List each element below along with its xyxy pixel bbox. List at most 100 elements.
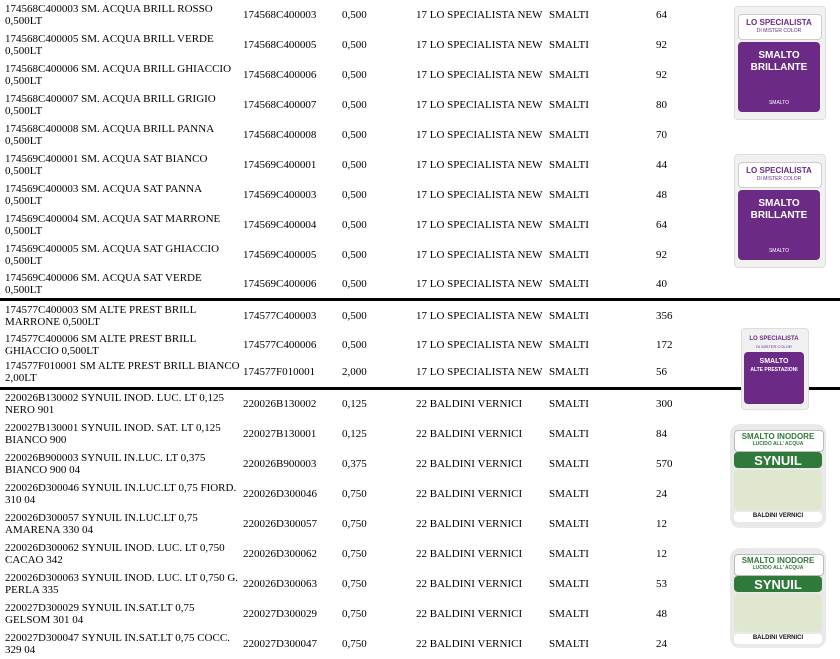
value-cell: 53: [656, 578, 667, 590]
value-cell: 356: [656, 310, 673, 322]
product-line1: SMALTO: [759, 358, 789, 365]
product-foot: SMALTO: [768, 248, 790, 254]
category-cell: SMALTI: [549, 189, 589, 201]
table-row: 174569C400006 SM. ACQUA SAT VERDE 0,500L…: [0, 269, 730, 299]
supplier-cell: 17 LO SPECIALISTA NEW: [416, 219, 543, 231]
description-cell: 174569C400001 SM. ACQUA SAT BIANCO 0,500…: [5, 153, 208, 177]
quantity-cell: 0,500: [342, 339, 367, 351]
quantity-cell: 0,500: [342, 99, 367, 111]
value-cell: 92: [656, 249, 667, 261]
value-cell: 12: [656, 548, 667, 560]
product-line1: SMALTO: [758, 50, 800, 61]
quantity-cell: 0,750: [342, 608, 367, 620]
supplier-cell: 17 LO SPECIALISTA NEW: [416, 310, 543, 322]
supplier-cell: 22 BALDINI VERNICI: [416, 488, 523, 500]
synuil-can-image: SMALTO INODORE LUCIDO ALL' ACQUA SYNUIL …: [730, 424, 826, 528]
value-cell: 300: [656, 398, 673, 410]
description-cell: 220026B900003 SYNUIL IN.LUC. LT 0,375 BI…: [5, 452, 206, 476]
supplier-cell: 17 LO SPECIALISTA NEW: [416, 9, 543, 21]
supplier-cell: 17 LO SPECIALISTA NEW: [416, 39, 543, 51]
category-cell: SMALTI: [549, 578, 589, 590]
table-row: 174569C400004 SM. ACQUA SAT MARRONE 0,50…: [0, 210, 730, 240]
table-row: 174568C400003 SM. ACQUA BRILL ROSSO 0,50…: [0, 0, 730, 30]
table-row: 174577C400006 SM ALTE PREST BRILL GHIACC…: [0, 330, 730, 360]
table-row: 174577C400003 SM ALTE PREST BRILL MARRON…: [0, 301, 730, 331]
category-cell: SMALTI: [549, 278, 589, 290]
description-cell: 220026B130002 SYNUIL INOD. LUC. LT 0,125…: [5, 392, 224, 416]
product-line1: SMALTO: [758, 198, 800, 209]
table-row: 174569C400003 SM. ACQUA SAT PANNA 0,500L…: [0, 180, 730, 210]
value-cell: 24: [656, 638, 667, 650]
quantity-cell: 0,500: [342, 219, 367, 231]
product-foot: SMALTO: [768, 100, 790, 106]
category-cell: SMALTI: [549, 310, 589, 322]
category-cell: SMALTI: [549, 129, 589, 141]
table-row: 220027B130001 SYNUIL INOD. SAT. LT 0,125…: [0, 419, 730, 449]
code-cell: 174568C400006: [243, 69, 317, 81]
smalto-brillante-can-image: LO SPECIALISTA DI MISTER COLOR SMALTO BR…: [734, 154, 826, 268]
description-cell: 174568C400008 SM. ACQUA BRILL PANNA 0,50…: [5, 123, 215, 147]
maker-label: BALDINI VERNICI: [752, 513, 804, 519]
supplier-cell: 22 BALDINI VERNICI: [416, 638, 523, 650]
quantity-cell: 0,750: [342, 488, 367, 500]
supplier-cell: 17 LO SPECIALISTA NEW: [416, 129, 543, 141]
quantity-cell: 0,500: [342, 9, 367, 21]
code-cell: 220026B130002: [243, 398, 317, 410]
product-subhead: LUCIDO ALL' ACQUA: [752, 565, 804, 571]
category-cell: SMALTI: [549, 69, 589, 81]
code-cell: 220026D300062: [243, 548, 317, 560]
quantity-cell: 0,375: [342, 458, 367, 470]
code-cell: 174569C400001: [243, 159, 317, 171]
table-row: 174568C400008 SM. ACQUA BRILL PANNA 0,50…: [0, 120, 730, 150]
description-cell: 174569C400005 SM. ACQUA SAT GHIACCIO 0,5…: [5, 243, 220, 267]
section-divider: [0, 387, 840, 390]
value-cell: 172: [656, 339, 673, 351]
quantity-cell: 0,750: [342, 578, 367, 590]
category-cell: SMALTI: [549, 398, 589, 410]
value-cell: 80: [656, 99, 667, 111]
supplier-cell: 22 BALDINI VERNICI: [416, 578, 523, 590]
description-cell: 174568C400005 SM. ACQUA BRILL VERDE 0,50…: [5, 33, 214, 57]
product-line2: BRILLANTE: [750, 62, 808, 73]
category-cell: SMALTI: [549, 488, 589, 500]
description-cell: 220026D300062 SYNUIL INOD. LUC. LT 0,750…: [5, 542, 225, 566]
category-cell: SMALTI: [549, 249, 589, 261]
description-cell: 174577C400003 SM ALTE PREST BRILL MARRON…: [5, 304, 197, 328]
description-cell: 174569C400003 SM. ACQUA SAT PANNA 0,500L…: [5, 183, 203, 207]
code-cell: 220026D300063: [243, 578, 317, 590]
code-cell: 174568C400007: [243, 99, 317, 111]
quantity-cell: 0,500: [342, 310, 367, 322]
supplier-cell: 17 LO SPECIALISTA NEW: [416, 159, 543, 171]
category-cell: SMALTI: [549, 159, 589, 171]
quantity-cell: 0,500: [342, 249, 367, 261]
value-cell: 24: [656, 488, 667, 500]
category-cell: SMALTI: [549, 99, 589, 111]
quantity-cell: 0,500: [342, 39, 367, 51]
value-cell: 12: [656, 518, 667, 530]
supplier-cell: 17 LO SPECIALISTA NEW: [416, 278, 543, 290]
quantity-cell: 0,500: [342, 129, 367, 141]
code-cell: 174568C400008: [243, 129, 317, 141]
category-cell: SMALTI: [549, 339, 589, 351]
description-cell: 220027D300047 SYNUIL IN.SAT.LT 0,75 COCC…: [5, 632, 230, 656]
product-name: SYNUIL: [754, 577, 802, 592]
value-cell: 44: [656, 159, 667, 171]
code-cell: 174568C400005: [243, 39, 317, 51]
value-cell: 92: [656, 39, 667, 51]
code-cell: 220026D300057: [243, 518, 317, 530]
category-cell: SMALTI: [549, 9, 589, 21]
category-cell: SMALTI: [549, 219, 589, 231]
supplier-cell: 17 LO SPECIALISTA NEW: [416, 339, 543, 351]
category-cell: SMALTI: [549, 608, 589, 620]
code-cell: 174569C400006: [243, 278, 317, 290]
brand-sub-label: DI MISTER COLOR: [756, 344, 792, 349]
product-head: SMALTO INODORE: [741, 432, 815, 441]
supplier-cell: 22 BALDINI VERNICI: [416, 398, 523, 410]
quantity-cell: 0,125: [342, 398, 367, 410]
product-name: SYNUIL: [754, 453, 802, 468]
brand-sub-label: DI MISTER COLOR: [756, 176, 802, 182]
table-row: 174569C400005 SM. ACQUA SAT GHIACCIO 0,5…: [0, 240, 730, 270]
description-cell: 174569C400004 SM. ACQUA SAT MARRONE 0,50…: [5, 213, 221, 237]
description-cell: 174577C400006 SM ALTE PREST BRILL GHIACC…: [5, 333, 197, 357]
category-cell: SMALTI: [549, 366, 589, 378]
